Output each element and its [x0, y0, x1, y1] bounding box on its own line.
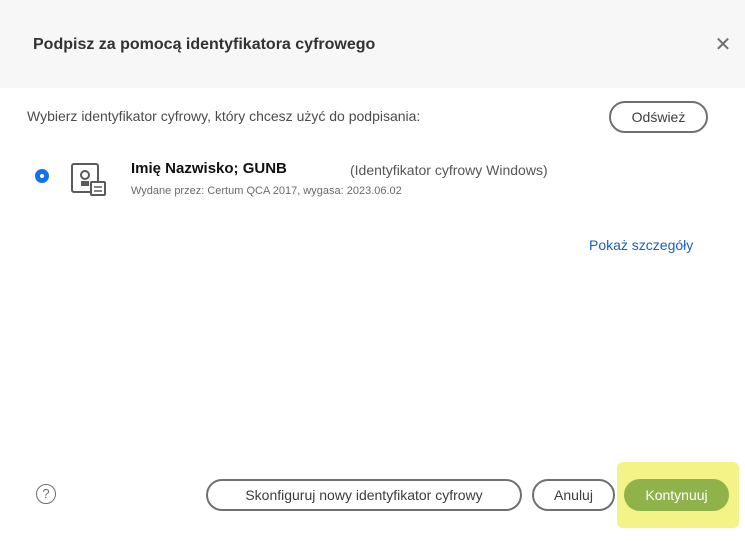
configure-new-id-button[interactable]: Skonfiguruj nowy identyfikator cyfrowy — [206, 479, 522, 511]
close-icon[interactable]: ✕ — [714, 35, 732, 55]
dialog-title: Podpisz za pomocą identyfikatora cyfrowe… — [33, 36, 376, 53]
continue-button[interactable]: Kontynuuj — [624, 479, 729, 511]
sign-dialog: Podpisz za pomocą identyfikatora cyfrowe… — [0, 0, 745, 541]
certificate-icon — [71, 163, 106, 196]
show-details-link[interactable]: Pokaż szczegóły — [589, 237, 693, 253]
help-icon[interactable]: ? — [36, 484, 56, 504]
identity-issuer: Wydane przez: Certum QCA 2017, wygasa: 2… — [131, 185, 402, 197]
identity-name: Imię Nazwisko; GUNB — [131, 160, 287, 177]
dialog-header: Podpisz za pomocą identyfikatora cyfrowe… — [0, 0, 745, 88]
refresh-button[interactable]: Odśwież — [609, 101, 708, 133]
identity-type: (Identyfikator cyfrowy Windows) — [350, 162, 548, 178]
identity-radio[interactable] — [35, 169, 49, 183]
cancel-button[interactable]: Anuluj — [532, 479, 615, 511]
select-id-prompt: Wybierz identyfikator cyfrowy, który chc… — [27, 108, 421, 124]
